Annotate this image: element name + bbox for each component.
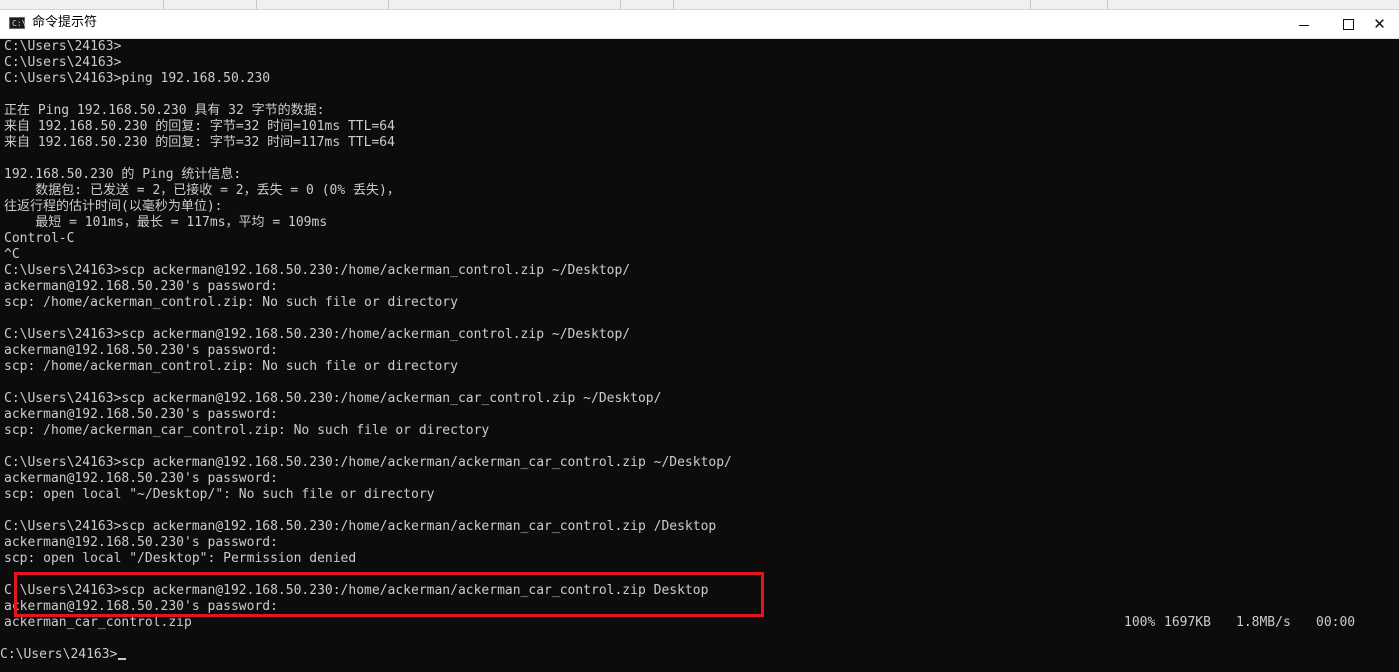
terminal-line: 来自 192.168.50.230 的回复: 字节=32 时间=117ms TT… <box>4 135 395 150</box>
terminal-line: C:\Users\24163>scp ackerman@192.168.50.2… <box>4 455 732 470</box>
terminal-output[interactable]: C:\Users\24163> C:\Users\24163> C:\Users\2… <box>0 39 1399 672</box>
terminal-line: Control-C <box>4 231 75 246</box>
transfer-eta: 00:00 <box>1316 615 1356 630</box>
maximize-icon <box>1342 18 1354 30</box>
window-title: 命令提示符 <box>32 15 98 30</box>
terminal-line: C:\Users\24163>scp ackerman@192.168.50.2… <box>4 519 717 534</box>
terminal-line: C:\Users\24163> <box>4 39 122 54</box>
prompt-text: C:\Users\24163> <box>0 647 118 662</box>
terminal-line: scp: open local "~/Desktop/": No such fi… <box>4 487 435 502</box>
terminal-line: C:\Users\24163>scp ackerman@192.168.50.2… <box>4 327 631 342</box>
strip-divider <box>673 0 674 9</box>
strip-divider <box>1030 0 1031 9</box>
background-window-strip <box>0 0 1399 10</box>
cmd-icon: C:\ <box>9 17 26 29</box>
terminal-line: ^C <box>4 247 20 262</box>
terminal-line: scp: /home/ackerman_car_control.zip: No … <box>4 423 490 438</box>
terminal-line: scp: open local "/Desktop": Permission d… <box>4 551 357 566</box>
title-bar[interactable]: C:\ 命令提示符 ✕ <box>0 10 1399 39</box>
terminal-line: C:\Users\24163>scp ackerman@192.168.50.2… <box>4 263 631 278</box>
terminal-line: ackerman@192.168.50.230's password: <box>4 279 278 294</box>
strip-divider <box>1107 0 1108 9</box>
strip-divider <box>388 0 389 9</box>
terminal-line: C:\Users\24163> <box>4 55 122 70</box>
current-prompt-line[interactable]: C:\Users\24163> <box>0 647 127 663</box>
terminal-line: scp: /home/ackerman_control.zip: No such… <box>4 295 458 310</box>
terminal-line: 正在 Ping 192.168.50.230 具有 32 字节的数据: <box>4 103 325 118</box>
strip-divider <box>620 0 621 9</box>
minimize-icon <box>1299 24 1309 26</box>
terminal-line: 最短 = 101ms，最长 = 117ms，平均 = 109ms <box>4 215 328 230</box>
minimize-button[interactable] <box>1281 10 1327 38</box>
text-cursor <box>118 658 127 660</box>
terminal-line: C:\Users\24163>scp ackerman@192.168.50.2… <box>4 583 709 598</box>
close-button[interactable]: ✕ <box>1360 10 1399 38</box>
terminal-line: 192.168.50.230 的 Ping 统计信息: <box>4 167 242 182</box>
terminal-line: ackerman@192.168.50.230's password: <box>4 535 278 550</box>
terminal-line: scp: /home/ackerman_control.zip: No such… <box>4 359 458 374</box>
transfer-rate: 1.8MB/s <box>1236 615 1291 630</box>
transfer-size: 1697KB <box>1164 615 1211 630</box>
close-icon: ✕ <box>1373 15 1386 33</box>
terminal-line: 来自 192.168.50.230 的回复: 字节=32 时间=101ms TT… <box>4 119 395 134</box>
terminal-line: ackerman@192.168.50.230's password: <box>4 343 278 358</box>
terminal-line: 往返行程的估计时间(以毫秒为单位): <box>4 199 223 214</box>
terminal-line: C:\Users\24163>scp ackerman@192.168.50.2… <box>4 391 662 406</box>
strip-divider <box>163 0 164 9</box>
transfer-percent: 100% <box>1124 615 1156 630</box>
terminal-line: 数据包: 已发送 = 2，已接收 = 2，丢失 = 0 (0% 丢失)， <box>4 183 400 198</box>
transfer-filename: ackerman_car_control.zip <box>4 615 192 630</box>
terminal-line: ackerman@192.168.50.230's password: <box>4 599 278 614</box>
terminal-line: C:\Users\24163>ping 192.168.50.230 <box>4 71 271 86</box>
terminal-line: ackerman@192.168.50.230's password: <box>4 471 278 486</box>
strip-divider <box>256 0 257 9</box>
terminal-line: ackerman@192.168.50.230's password: <box>4 407 278 422</box>
